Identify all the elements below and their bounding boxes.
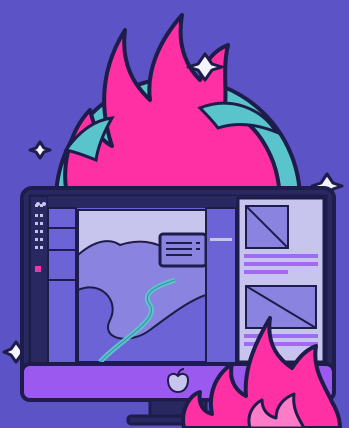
text-line: [244, 262, 318, 266]
property-bar: [210, 238, 232, 241]
window-dot: [42, 202, 46, 206]
properties-column: [205, 207, 237, 365]
burning-monitor-illustration: [0, 0, 349, 428]
text-line: [244, 270, 288, 274]
window-dot: [36, 202, 40, 206]
tool-panel: [29, 195, 49, 365]
text-line: [244, 254, 318, 258]
text-line: [244, 334, 318, 338]
layers-column: [47, 207, 77, 365]
illustration-stage: [0, 0, 349, 428]
